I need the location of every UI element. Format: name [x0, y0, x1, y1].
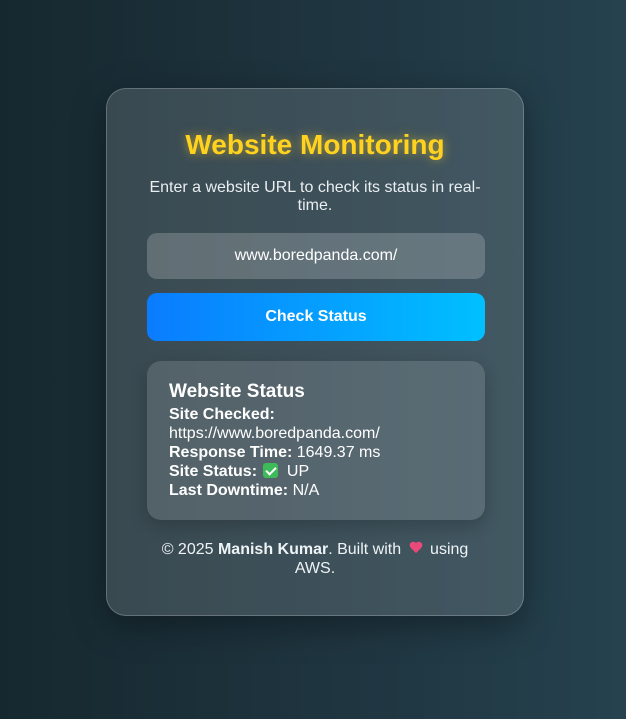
- response-time-label: Response Time:: [169, 444, 293, 461]
- last-downtime-row: Last Downtime: N/A: [169, 481, 463, 500]
- footer-copyright: © 2025: [161, 541, 214, 558]
- site-status-row: Site Status: UP: [169, 462, 463, 481]
- site-status-value: UP: [286, 463, 310, 480]
- footer-built-with: . Built with: [328, 541, 402, 558]
- check-status-button[interactable]: Check Status: [147, 293, 485, 341]
- page-title: Website Monitoring: [185, 129, 445, 160]
- site-status-label: Site Status:: [169, 463, 258, 480]
- monitor-card: Website Monitoring Enter a website URL t…: [106, 88, 524, 616]
- site-checked-value: https://www.boredpanda.com/: [169, 425, 380, 442]
- response-time-value: 1649.37 ms: [296, 444, 381, 461]
- url-input[interactable]: [147, 233, 485, 279]
- site-checked-label: Site Checked:: [169, 406, 275, 423]
- footer: © 2025 Manish Kumar. Built with using AW…: [147, 540, 483, 578]
- last-downtime-value: N/A: [292, 482, 320, 499]
- last-downtime-label: Last Downtime:: [169, 482, 289, 499]
- status-heading: Website Status: [169, 381, 305, 402]
- status-panel: Website Status Site Checked: https://www…: [147, 361, 485, 520]
- check-mark-icon: [263, 463, 279, 478]
- heart-icon: [409, 542, 423, 555]
- page-subtitle: Enter a website URL to check its status …: [149, 179, 481, 214]
- site-checked-row: Site Checked: https://www.boredpanda.com…: [169, 405, 463, 443]
- footer-author: Manish Kumar: [217, 541, 329, 558]
- response-time-row: Response Time: 1649.37 ms: [169, 443, 463, 462]
